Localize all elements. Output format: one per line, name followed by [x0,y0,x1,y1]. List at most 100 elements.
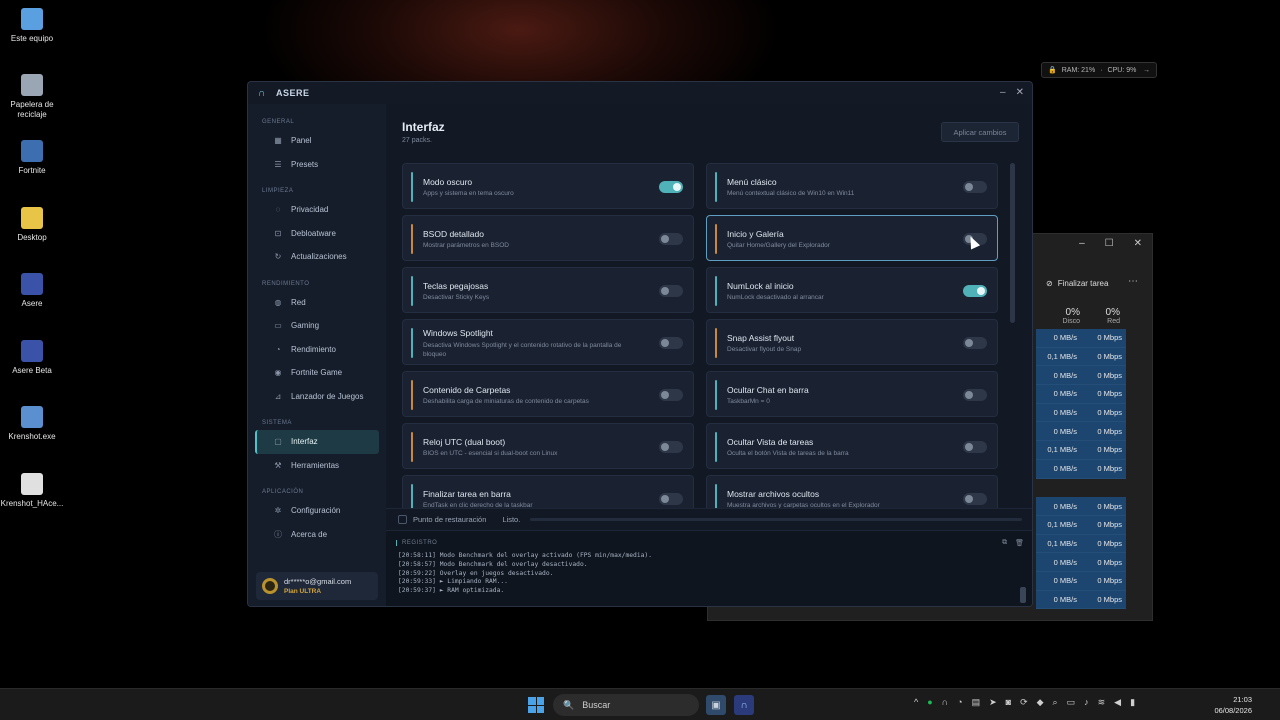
table-row[interactable]: 0 MB/s 0 Mbps [1036,385,1126,404]
tweak-card[interactable]: BSOD detallado Mostrar parámetros en BSOD [402,215,694,261]
table-row[interactable]: 0,1 MB/s 0 Mbps [1036,534,1126,554]
toggle-switch[interactable] [963,389,987,401]
scrollbar[interactable] [1010,163,1015,323]
desktop-icon[interactable]: Fortnite [0,140,64,176]
toggle-switch[interactable] [659,181,683,193]
desktop-icon[interactable]: Este equipo [0,8,64,44]
sidebar-item-actualizaciones[interactable]: ↻ Actualizaciones [255,245,379,269]
microphone-icon[interactable]: ♪ [1084,697,1089,708]
close-icon[interactable]: ✕ [1134,238,1142,249]
minimize-icon[interactable]: – [1000,87,1006,98]
minimize-icon[interactable]: – [1079,238,1085,249]
desktop-icon[interactable]: Asere [0,273,64,309]
toggle-switch[interactable] [659,389,683,401]
sidebar-item-red[interactable]: ◍ Red [255,291,379,315]
account-card[interactable]: dr*****o@gmail.com Plan ULTRA [256,572,378,600]
log-scrollbar[interactable] [1020,587,1026,603]
table-row[interactable]: 0 MB/s 0 Mbps [1036,459,1126,479]
arrow-right-icon[interactable]: → [1143,67,1150,74]
toggle-switch[interactable] [659,441,683,453]
column-network[interactable]: 0% Red [1070,307,1120,325]
tweak-card[interactable]: Ocultar Vista de tareas Oculta el botón V… [706,423,998,469]
table-row[interactable]: 0,1 MB/s 0 Mbps [1036,515,1126,535]
sidebar-item-configuraci-n[interactable]: ✲ Configuración [255,499,379,523]
restore-point-checkbox[interactable] [398,515,407,524]
sidebar-item-interfaz[interactable]: ▢ Interfaz [255,430,379,454]
display-icon[interactable]: ▭ [1067,697,1076,708]
telegram-icon[interactable]: ➤ [989,697,997,708]
sidebar-item-herramientas[interactable]: ⚒ Herramientas [255,454,379,478]
sidebar-item-acerca-de[interactable]: ⓘ Acerca de [255,523,379,547]
table-row[interactable]: 0 MB/s 0 Mbps [1036,403,1126,423]
tweak-card[interactable]: NumLock al inicio NumLock desactivado al … [706,267,998,313]
clock[interactable]: 21:03 06/08/2026 [1214,694,1252,716]
battery-icon[interactable]: ▮ [1130,697,1135,708]
table-row[interactable]: 0 MB/s 0 Mbps [1036,553,1126,572]
sync-icon[interactable]: ⟳ [1020,697,1028,708]
discord-icon[interactable]: ◙ [1006,697,1011,708]
tweak-card[interactable]: Finalizar tarea en barra EndTask en clic … [402,475,694,510]
toggle-switch[interactable] [963,493,987,505]
desktop-icon[interactable]: Krenshot.exe [0,406,64,442]
toggle-switch[interactable] [963,181,987,193]
sidebar-item-presets[interactable]: ☰ Presets [255,153,379,177]
end-task-button[interactable]: ⊘ Finalizar tarea [1046,279,1108,288]
tweak-card[interactable]: Snap Assist flyout Desactivar flyout de S… [706,319,998,365]
defender-icon[interactable]: ◆ [1037,697,1044,708]
sidebar-item-rendimiento[interactable]: ◔ Rendimiento [255,338,379,362]
app-tray-icon[interactable]: ▤ [972,697,981,708]
trash-icon[interactable]: 🗑 [1015,539,1024,547]
toggle-switch[interactable] [659,337,683,349]
desktop-icon[interactable]: Papelera de reciclaje [0,74,64,120]
toggle-switch[interactable] [659,233,683,245]
tweak-card[interactable]: Menú clásico Menú contextual clásico de W… [706,163,998,209]
sidebar-item-privacidad[interactable]: ◌ Privacidad [255,198,379,222]
apply-changes-button[interactable]: Aplicar cambios [941,122,1019,142]
table-row[interactable]: 0 MB/s 0 Mbps [1036,497,1126,516]
volume-icon[interactable]: ◀ [1114,697,1121,708]
spotify-icon[interactable]: ● [927,697,932,708]
taskbar-app-asere-icon[interactable]: ∩ [734,695,754,715]
tweak-card[interactable]: Teclas pegajosas Desactivar Sticky Keys [402,267,694,313]
desktop-icon[interactable]: Asere Beta [0,340,64,376]
more-options-icon[interactable]: ⋯ [1128,276,1138,287]
toggle-switch[interactable] [659,493,683,505]
copy-icon[interactable]: ⧉ [1002,539,1007,547]
toggle-switch[interactable] [963,285,987,297]
tweak-card[interactable]: Windows Spotlight Desactiva Windows Spotl… [402,319,694,365]
start-button[interactable] [528,697,544,713]
table-row[interactable]: 0 MB/s 0 Mbps [1036,422,1126,442]
sidebar-item-panel[interactable]: ▦ Panel [255,129,379,153]
wifi-icon[interactable]: ≋ [1098,697,1106,708]
taskbar-search[interactable]: 🔍 Buscar [553,694,699,716]
toggle-switch[interactable] [963,441,987,453]
sidebar-item-debloatware[interactable]: ⊡ Debloatware [255,222,379,246]
close-icon[interactable]: ✕ [1016,87,1024,98]
tweak-card[interactable]: Inicio y Galería Quitar Home/Gallery del … [706,215,998,261]
search-tray-icon[interactable]: ⌕ [1053,697,1058,708]
table-row[interactable]: 0,1 MB/s 0 Mbps [1036,347,1126,367]
tweak-card[interactable]: Modo oscuro Apps y sistema en tema oscuro [402,163,694,209]
taskbar-app-explorer-icon[interactable]: ▣ [706,695,726,715]
desktop-icon[interactable]: Krenshot_HAce... [0,473,64,509]
maximize-icon[interactable]: ☐ [1105,238,1114,249]
tweak-card[interactable]: Reloj UTC (dual boot) BIOS en UTC - esenc… [402,423,694,469]
table-row[interactable]: 0,1 MB/s 0 Mbps [1036,441,1126,460]
table-row[interactable]: 0 MB/s 0 Mbps [1036,590,1126,610]
table-row[interactable]: 0 MB/s 0 Mbps [1036,329,1126,348]
tweak-card[interactable]: Ocultar Chat en barra TaskbarMn = 0 [706,371,998,417]
toggle-switch[interactable] [659,285,683,297]
desktop-icon[interactable]: Desktop [0,207,64,243]
whatsapp-icon[interactable]: ◔ [957,697,962,708]
table-row[interactable]: 0 MB/s 0 Mbps [1036,571,1126,591]
table-row[interactable]: 0 MB/s 0 Mbps [1036,366,1126,386]
tweak-card[interactable]: Mostrar archivos ocultos Muestra archivos… [706,475,998,510]
sidebar-item-lanzador-de-juegos[interactable]: ⊿ Lanzador de Juegos [255,385,379,409]
asere-tray-icon[interactable]: ∩ [942,697,948,708]
toggle-switch[interactable] [963,337,987,349]
chevron-up-icon[interactable]: ^ [914,697,918,708]
sidebar-item-gaming[interactable]: ▭ Gaming [255,314,379,338]
tweak-card[interactable]: Contenido de Carpetas Deshabilita carga d… [402,371,694,417]
sidebar-item-fortnite-game[interactable]: ◉ Fortnite Game [255,361,379,385]
table-row[interactable] [1036,478,1126,498]
